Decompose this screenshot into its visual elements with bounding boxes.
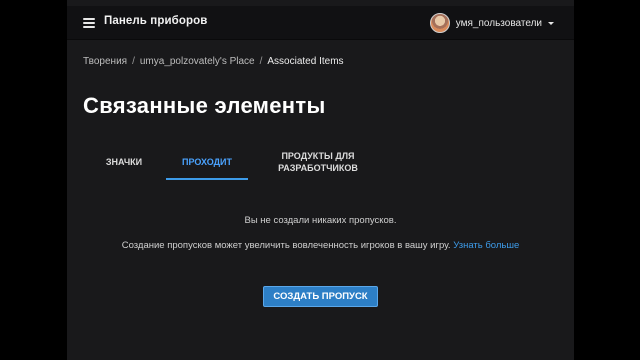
caret-down-icon — [548, 21, 554, 25]
breadcrumb-item-place[interactable]: umya_polzovately's Place — [140, 56, 255, 67]
app-window: Панель приборов умя_пользователи Творени… — [67, 0, 574, 360]
top-bar: Панель приборов умя_пользователи — [67, 6, 574, 40]
user-menu[interactable]: умя_пользователи — [429, 12, 554, 34]
tab-developer-products[interactable]: ПРОДУКТЫ ДЛЯ РАЗРАБОТЧИКОВ — [275, 144, 361, 180]
app-title: Панель приборов — [104, 15, 208, 27]
tab-bar: ЗНАЧКИ ПРОХОДИТ ПРОДУКТЫ ДЛЯ РАЗРАБОТЧИК… — [87, 144, 387, 180]
hint-line: Создание пропусков может увеличить вовле… — [67, 240, 574, 251]
avatar — [429, 13, 450, 33]
breadcrumb-item-creations[interactable]: Творения — [83, 56, 127, 67]
empty-state-message: Вы не создали никаких пропусков. — [244, 215, 397, 226]
username: умя_пользователи — [455, 17, 542, 29]
breadcrumb-separator: / — [132, 56, 135, 67]
learn-more-link[interactable]: Узнать больше — [453, 240, 519, 251]
tab-passes-label: ПРОХОДИТ — [181, 157, 233, 167]
tab-developer-products-label: ПРОДУКТЫ ДЛЯ РАЗРАБОТЧИКОВ — [278, 151, 358, 173]
breadcrumb-separator: / — [259, 56, 263, 67]
hint-text: Создание пропусков может увеличить вовле… — [121, 240, 451, 251]
tab-badges-label: ЗНАЧКИ — [105, 157, 143, 167]
breadcrumb: Творения / umya_polzovately's Place / As… — [83, 56, 344, 67]
tab-passes[interactable]: ПРОХОДИТ — [166, 144, 248, 180]
page-title: Связанные элементы — [83, 93, 326, 118]
breadcrumb-item-current: Associated Items — [267, 56, 344, 67]
tab-badges[interactable]: ЗНАЧКИ — [87, 144, 161, 180]
active-tab-indicator — [166, 178, 248, 180]
create-pass-button[interactable]: СОЗДАТЬ ПРОПУСК — [263, 286, 378, 307]
menu-icon[interactable] — [83, 18, 95, 28]
